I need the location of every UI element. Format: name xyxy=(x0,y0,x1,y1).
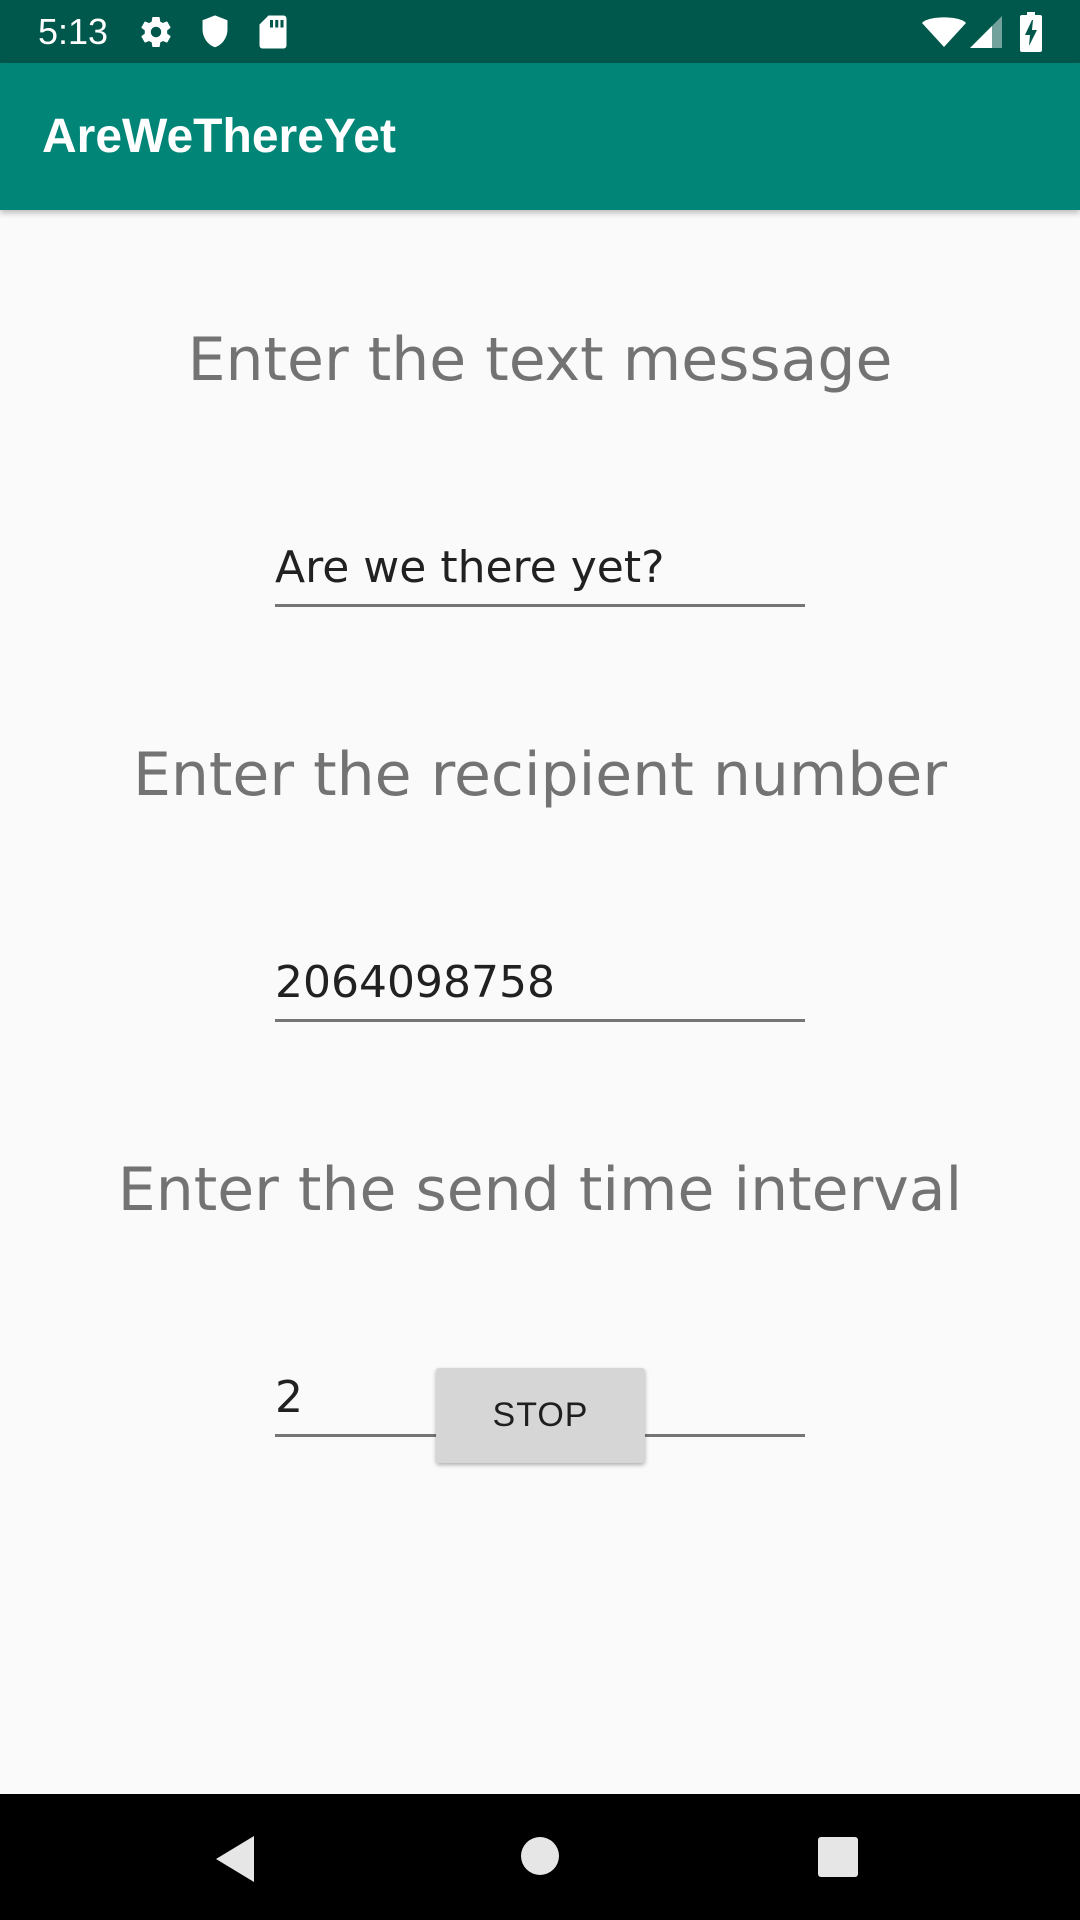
sd-card-icon xyxy=(258,14,288,50)
shield-icon xyxy=(198,14,232,50)
navigation-bar xyxy=(0,1794,1080,1920)
message-field[interactable]: Are we there yet? xyxy=(275,528,805,607)
status-bar: 5:13 xyxy=(0,0,1080,63)
main-content: Enter the text message Are we there yet?… xyxy=(0,210,1080,1794)
recipient-value[interactable]: 2064098758 xyxy=(275,955,555,1011)
recipient-label: Enter the recipient number xyxy=(132,740,948,810)
app-bar: AreWeThereYet xyxy=(0,63,1080,210)
app-title: AreWeThereYet xyxy=(42,110,396,163)
recents-icon[interactable] xyxy=(818,1837,858,1877)
stop-button[interactable]: STOP xyxy=(436,1368,645,1463)
wifi-icon xyxy=(922,16,966,48)
message-value[interactable]: Are we there yet? xyxy=(275,540,664,596)
status-time: 5:13 xyxy=(38,11,109,52)
gear-icon xyxy=(138,14,174,50)
home-icon[interactable] xyxy=(520,1836,560,1876)
back-icon[interactable] xyxy=(214,1834,258,1884)
recipient-field[interactable]: 2064098758 xyxy=(275,943,805,1022)
cell-signal-icon xyxy=(968,14,1004,50)
message-label: Enter the text message xyxy=(187,325,893,395)
interval-label: Enter the send time interval xyxy=(117,1155,963,1225)
interval-value[interactable]: 2 xyxy=(275,1370,303,1426)
battery-charging-icon xyxy=(1020,12,1042,52)
